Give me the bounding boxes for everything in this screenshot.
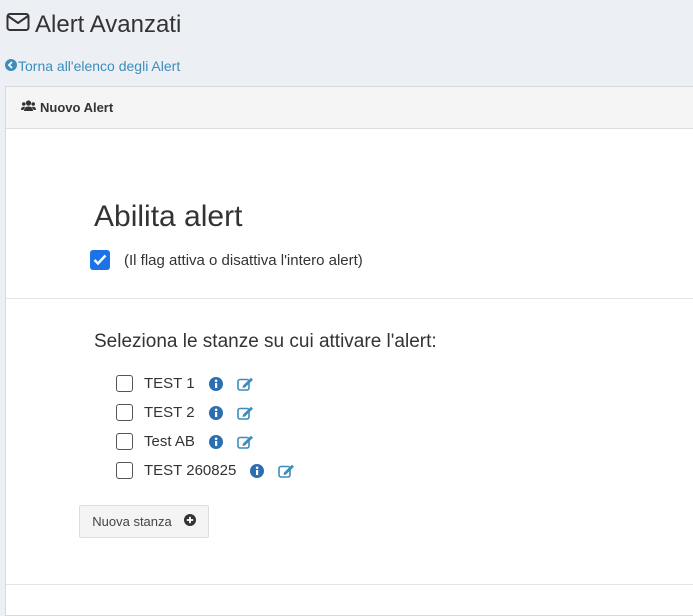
enable-alert-label: (Il flag attiva o disattiva l'intero ale… xyxy=(124,251,363,269)
enable-alert-title: Abilita alert xyxy=(94,200,243,233)
room-name: Test AB xyxy=(144,433,195,450)
enable-alert-row: (Il flag attiva o disattiva l'intero ale… xyxy=(90,250,363,270)
room-checkbox[interactable] xyxy=(116,433,133,450)
rooms-label: Seleziona le stanze su cui attivare l'al… xyxy=(94,331,437,352)
room-checkbox[interactable] xyxy=(116,404,133,421)
page-title-text: Alert Avanzati xyxy=(35,11,182,38)
room-name: TEST 1 xyxy=(144,375,195,392)
room-checkbox[interactable] xyxy=(116,375,133,392)
room-item: TEST 1 xyxy=(116,369,295,398)
room-name: TEST 2 xyxy=(144,404,195,421)
room-checkbox[interactable] xyxy=(116,462,133,479)
info-icon[interactable] xyxy=(250,463,265,478)
panel-heading: Nuovo Alert xyxy=(6,87,693,129)
section-divider xyxy=(6,584,693,585)
edit-icon[interactable] xyxy=(278,464,295,478)
panel-heading-label: Nuovo Alert xyxy=(40,100,114,115)
new-room-button[interactable]: Nuova stanza xyxy=(79,505,209,538)
new-alert-panel: Nuovo Alert Abilita alert (Il flag attiv… xyxy=(5,86,693,616)
room-item: TEST 2 xyxy=(116,398,295,427)
room-item: TEST 260825 xyxy=(116,456,295,485)
info-icon[interactable] xyxy=(208,405,223,420)
edit-icon[interactable] xyxy=(236,377,254,391)
info-icon[interactable] xyxy=(208,376,223,391)
edit-icon[interactable] xyxy=(237,435,254,449)
edit-icon[interactable] xyxy=(236,406,254,420)
enable-alert-checkbox[interactable] xyxy=(90,250,110,270)
room-name: TEST 260825 xyxy=(144,462,237,479)
envelope-icon xyxy=(6,10,35,40)
back-to-alerts-link[interactable]: Torna all'elenco degli Alert xyxy=(5,58,180,74)
back-link-label: Torna all'elenco degli Alert xyxy=(18,58,181,74)
users-icon xyxy=(21,100,40,115)
chevron-circle-left-icon xyxy=(5,58,18,74)
info-icon[interactable] xyxy=(208,434,223,449)
room-list: TEST 1 TEST 2 Test AB TEST 260825 xyxy=(116,369,295,485)
section-divider xyxy=(6,298,693,299)
room-item: Test AB xyxy=(116,427,295,456)
page-title: Alert Avanzati xyxy=(6,10,181,40)
plus-circle-icon xyxy=(183,514,196,529)
new-room-button-label: Nuova stanza xyxy=(92,514,172,529)
